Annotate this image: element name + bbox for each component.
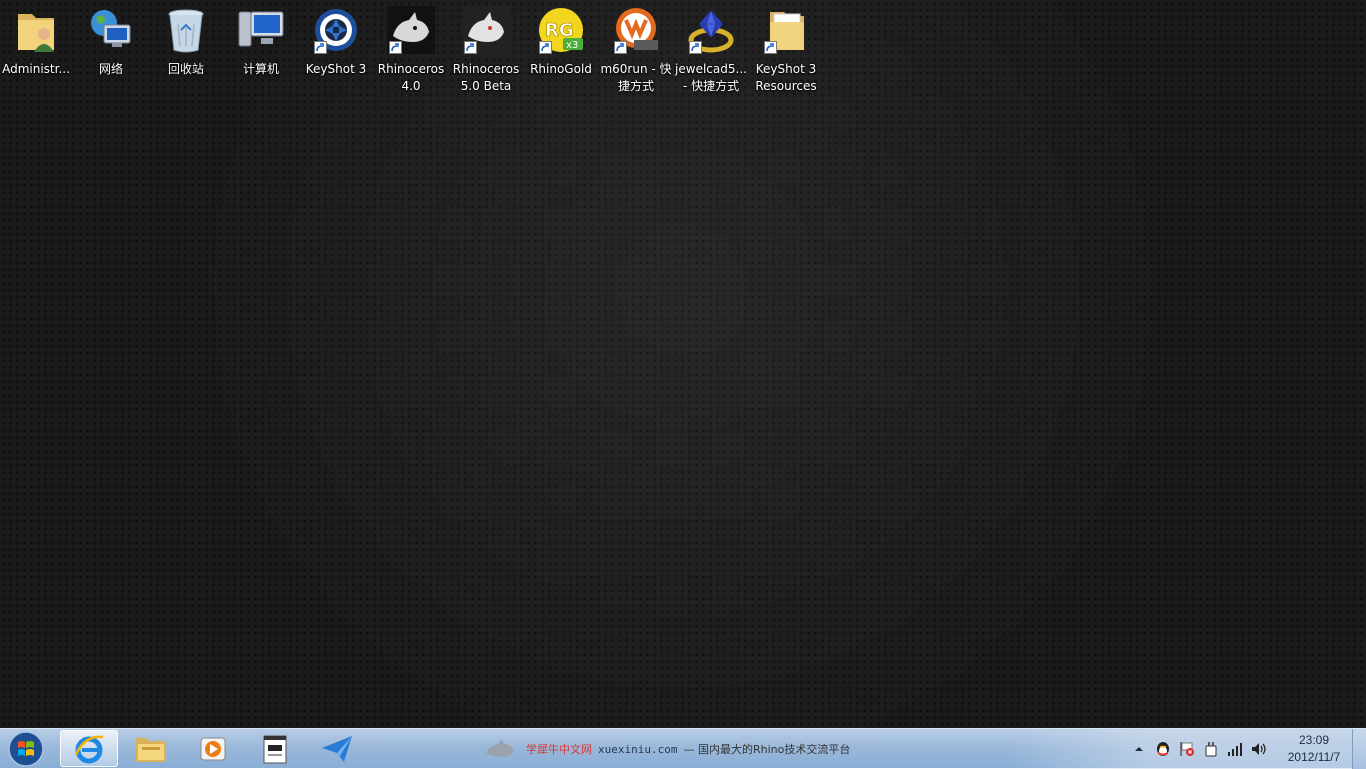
chevron-up-icon [1135,747,1143,751]
icon-label: jewelcad5... - 快捷方式 [675,62,747,93]
folder-icon [762,4,810,56]
desktop-icon-rhinoceros-5-beta[interactable]: Rhinoceros 5.0 Beta [450,4,522,95]
m60run-icon [612,4,660,56]
media-player-icon [200,737,226,760]
desktop[interactable]: Administr... 网络 回收站 计算机 KeyShot 3 Rhinoc… [0,0,1366,728]
taskbar-notepad[interactable] [246,730,304,767]
shortcut-arrow-icon [614,41,627,54]
taskbar-banner: 学犀牛中文网 xuexiniu.com — 国内最大的Rhino技术交流平台 [484,737,904,761]
shortcut-arrow-icon [764,41,777,54]
flag-error-icon [1180,742,1194,756]
shortcut-arrow-icon [314,41,327,54]
banner-site-name: 学犀牛中文网 [526,743,592,756]
icon-label: 计算机 [242,62,279,76]
banner-site-url: xuexiniu.com [598,742,678,756]
tray-qq[interactable] [1154,740,1172,758]
svg-text:RG: RG [545,20,574,41]
shortcut-arrow-icon [539,41,552,54]
signal-bars-icon [1228,743,1242,756]
desktop-icon-computer[interactable]: 计算机 [225,4,297,78]
rhinoceros-beta-icon [462,4,510,56]
desktop-icon-jewelcad5[interactable]: jewelcad5... - 快捷方式 [675,4,747,95]
network-icon [87,4,135,56]
clock-date: 2012/11/7 [1287,750,1341,764]
show-hidden-icons-button[interactable] [1130,740,1148,758]
notepad-icon [263,735,287,763]
taskbar-internet-explorer[interactable] [60,730,118,767]
taskbar-windows-explorer[interactable] [122,730,180,767]
icon-label: Administr... [2,62,70,76]
taskbar-clock[interactable]: 23:09 2012/11/7 [1278,732,1350,766]
icon-label: KeyShot 3 Resources [755,62,817,93]
shortcut-arrow-icon [689,41,702,54]
tray-network[interactable] [1226,740,1244,758]
desktop-icon-rhinoceros-4[interactable]: Rhinoceros 4.0 [375,4,447,95]
desktop-icon-m60run[interactable]: m60run - 快捷方式 [600,4,672,95]
keyshot-icon [312,4,360,56]
icon-label: RhinoGold [530,62,592,76]
icon-label: KeyShot 3 [305,62,367,76]
icon-label: Rhinoceros 5.0 Beta [452,62,520,93]
internet-explorer-icon [74,735,104,763]
shortcut-arrow-icon [464,41,477,54]
tray-action-center[interactable] [1178,740,1196,758]
desktop-icon-keyshot-3[interactable]: KeyShot 3 [300,4,372,78]
icon-label: 网络 [98,62,123,76]
desktop-icon-keyshot-3-resources[interactable]: KeyShot 3 Resources [750,4,822,95]
taskbar-feiq[interactable] [308,730,366,767]
power-plug-icon [1205,742,1217,757]
desktop-icon-network[interactable]: 网络 [75,4,147,78]
rhinoceros-icon [387,4,435,56]
folder-icon [136,737,166,762]
icon-label: m60run - 快捷方式 [600,62,672,93]
tray-volume[interactable] [1250,740,1268,758]
rhino-logo-icon [486,739,514,757]
icon-label: 回收站 [167,62,204,76]
system-tray [1130,738,1268,760]
show-desktop-button[interactable] [1352,729,1366,769]
paper-plane-icon [322,735,352,762]
qq-penguin-icon [1157,742,1169,756]
icon-label: Rhinoceros 4.0 [377,62,445,93]
tray-power[interactable] [1202,740,1220,758]
taskbar-media-player[interactable] [184,730,242,767]
banner-slogan: — 国内最大的Rhino技术交流平台 [683,743,851,756]
start-button[interactable] [6,731,46,767]
rhinogold-icon: RG x3 [537,4,585,56]
desktop-icon-recycle-bin[interactable]: 回收站 [150,4,222,78]
desktop-icon-administrator[interactable]: Administr... [0,4,72,78]
computer-icon [237,4,285,56]
desktop-icon-rhinogold[interactable]: RG x3 RhinoGold [525,4,597,78]
windows-logo-icon [8,731,44,767]
shortcut-arrow-icon [389,41,402,54]
taskbar: 学犀牛中文网 xuexiniu.com — 国内最大的Rhino技术交流平台 2… [0,728,1366,769]
svg-text:x3: x3 [566,40,578,51]
user-folder-icon [12,4,60,56]
recycle-bin-icon [162,4,210,56]
jewelcad-icon [687,4,735,56]
clock-time: 23:09 [1298,733,1330,747]
speaker-icon [1252,743,1266,755]
